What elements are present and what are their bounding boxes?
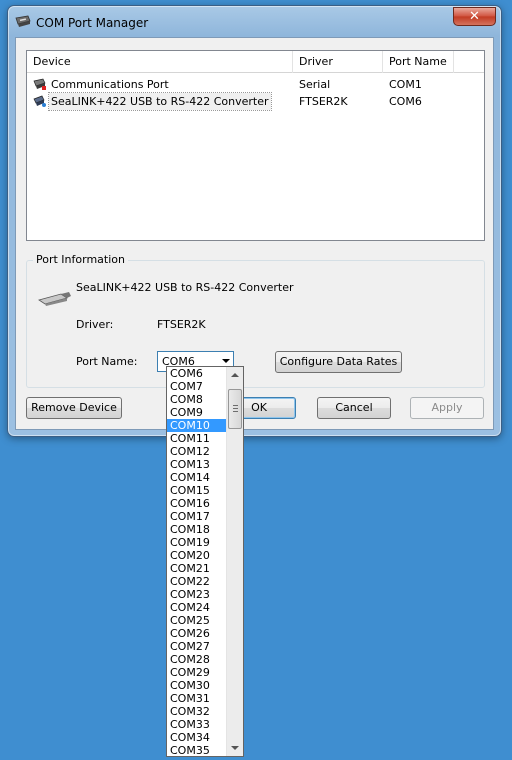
dropdown-option[interactable]: COM25 bbox=[167, 614, 227, 627]
device-row[interactable]: SeaLINK+422 USB to RS-422 Converter FTSE… bbox=[27, 92, 484, 111]
dropdown-option[interactable]: COM23 bbox=[167, 588, 227, 601]
dropdown-option[interactable]: COM31 bbox=[167, 692, 227, 705]
dropdown-option[interactable]: COM9 bbox=[167, 406, 227, 419]
scroll-down-arrow-icon[interactable] bbox=[231, 746, 239, 750]
device-name: SeaLINK+422 USB to RS-422 Converter bbox=[48, 92, 272, 111]
dropdown-option[interactable]: COM11 bbox=[167, 432, 227, 445]
apply-button[interactable]: Apply bbox=[410, 397, 484, 419]
dropdown-option[interactable]: COM14 bbox=[167, 471, 227, 484]
com-port-manager-window: COM Port Manager ✕ Device Driver Port Na… bbox=[7, 5, 502, 437]
column-header-driver[interactable]: Driver bbox=[293, 51, 383, 73]
device-port: COM1 bbox=[389, 78, 422, 91]
dropdown-option[interactable]: COM24 bbox=[167, 601, 227, 614]
dropdown-option[interactable]: COM26 bbox=[167, 627, 227, 640]
dropdown-option[interactable]: COM7 bbox=[167, 380, 227, 393]
dropdown-options: COM6 COM7 COM8 COM9 COM10 COM11 COM12 COM13 COM1… bbox=[167, 367, 227, 756]
device-driver: Serial bbox=[299, 78, 331, 91]
driver-value: FTSER2K bbox=[157, 318, 206, 331]
dropdown-option[interactable]: COM20 bbox=[167, 549, 227, 562]
dropdown-scrollbar[interactable] bbox=[226, 367, 243, 756]
dropdown-option[interactable]: COM12 bbox=[167, 445, 227, 458]
dropdown-option[interactable]: COM21 bbox=[167, 562, 227, 575]
device-port: COM6 bbox=[389, 95, 422, 108]
serial-plug-icon bbox=[15, 15, 31, 27]
port-information-group: Port Information SeaLINK+422 USB to RS-4… bbox=[26, 253, 485, 388]
dropdown-option[interactable]: COM30 bbox=[167, 679, 227, 692]
device-name: Communications Port bbox=[51, 78, 169, 91]
dropdown-option[interactable]: COM13 bbox=[167, 458, 227, 471]
dropdown-option[interactable]: COM17 bbox=[167, 510, 227, 523]
configure-data-rates-button[interactable]: Configure Data Rates bbox=[275, 351, 402, 373]
dropdown-option[interactable]: COM33 bbox=[167, 718, 227, 731]
chevron-down-icon[interactable] bbox=[222, 359, 230, 363]
port-device-name: SeaLINK+422 USB to RS-422 Converter bbox=[76, 281, 294, 294]
dropdown-option[interactable]: COM35 bbox=[167, 744, 227, 756]
usb-converter-icon bbox=[33, 95, 46, 107]
title-bar[interactable]: COM Port Manager ✕ bbox=[8, 6, 501, 38]
device-list-header: Device Driver Port Name bbox=[27, 51, 484, 73]
remove-device-button[interactable]: Remove Device bbox=[26, 397, 122, 419]
device-list[interactable]: Device Driver Port Name Communications P… bbox=[26, 50, 485, 241]
dropdown-option[interactable]: COM18 bbox=[167, 523, 227, 536]
port-name-label: Port Name: bbox=[76, 355, 138, 368]
close-icon: ✕ bbox=[469, 9, 480, 24]
dropdown-option[interactable]: COM19 bbox=[167, 536, 227, 549]
dialog-client-area: Device Driver Port Name Communications P… bbox=[15, 37, 494, 430]
dropdown-option[interactable]: COM15 bbox=[167, 484, 227, 497]
dropdown-option[interactable]: COM6 bbox=[167, 367, 227, 380]
scrollbar-thumb[interactable] bbox=[228, 389, 242, 429]
device-row[interactable]: Communications Port Serial COM1 bbox=[27, 76, 484, 93]
serial-port-icon bbox=[33, 78, 46, 90]
close-button[interactable]: ✕ bbox=[453, 7, 496, 26]
window-title: COM Port Manager bbox=[36, 16, 149, 30]
dropdown-option[interactable]: COM8 bbox=[167, 393, 227, 406]
port-information-legend: Port Information bbox=[33, 253, 128, 266]
dropdown-option[interactable]: COM22 bbox=[167, 575, 227, 588]
dropdown-option[interactable]: COM34 bbox=[167, 731, 227, 744]
cancel-button[interactable]: Cancel bbox=[317, 397, 391, 419]
dropdown-option[interactable]: COM27 bbox=[167, 640, 227, 653]
driver-label: Driver: bbox=[76, 318, 114, 331]
dropdown-option[interactable]: COM29 bbox=[167, 666, 227, 679]
dropdown-option[interactable]: COM28 bbox=[167, 653, 227, 666]
port-name-dropdown-list[interactable]: COM6 COM7 COM8 COM9 COM10 COM11 COM12 COM13 COM1… bbox=[166, 366, 244, 757]
dropdown-option[interactable]: COM16 bbox=[167, 497, 227, 510]
scroll-up-arrow-icon[interactable] bbox=[231, 373, 239, 377]
column-header-device[interactable]: Device bbox=[27, 51, 293, 73]
serial-cable-icon bbox=[38, 292, 71, 306]
dropdown-option[interactable]: COM32 bbox=[167, 705, 227, 718]
column-header-port-name[interactable]: Port Name bbox=[383, 51, 454, 73]
device-driver: FTSER2K bbox=[299, 95, 348, 108]
dropdown-option[interactable]: COM10 bbox=[167, 419, 227, 432]
